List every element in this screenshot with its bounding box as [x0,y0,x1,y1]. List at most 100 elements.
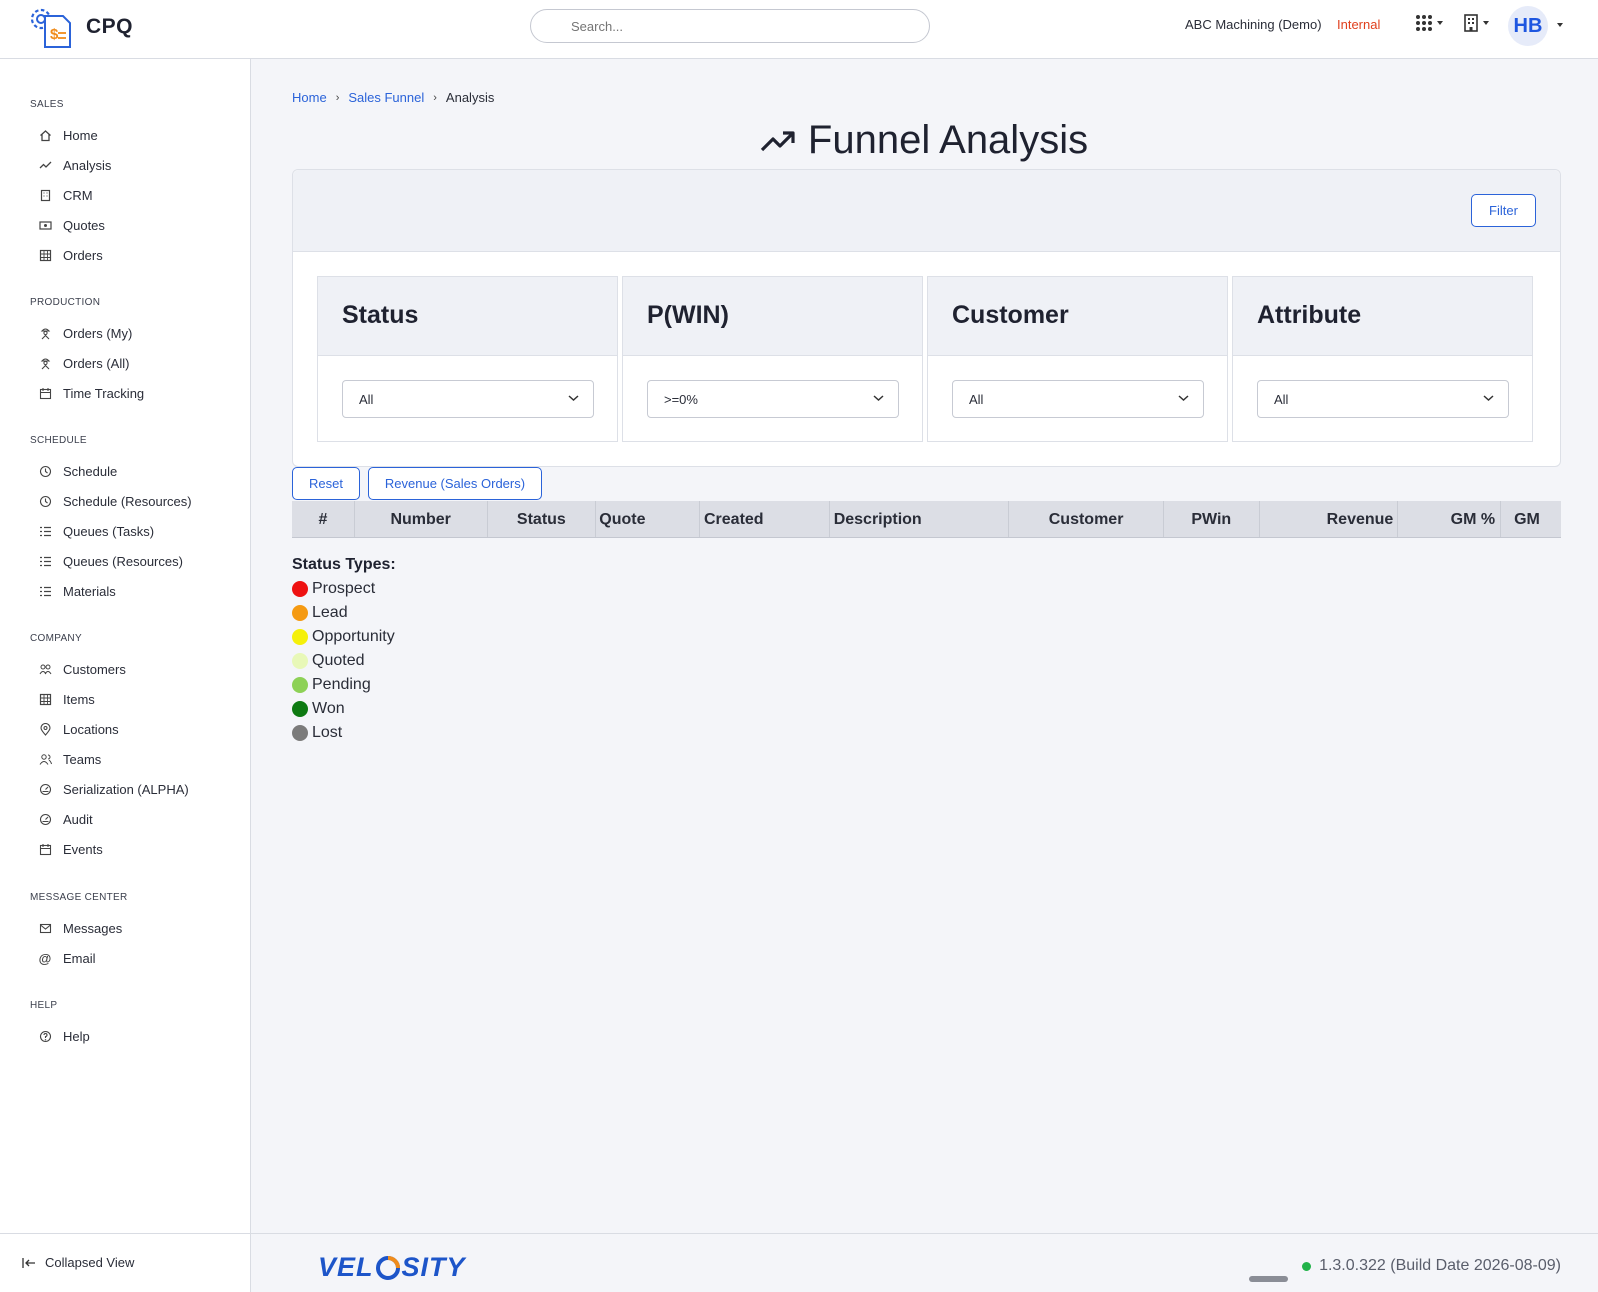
table-icon [38,248,52,262]
velocity-swirl-icon [375,1255,400,1280]
column-header-gm-percent[interactable]: GM % [1398,501,1502,537]
column-header-description[interactable]: Description [830,501,1010,537]
sidebar-item-label: Items [63,691,95,707]
worker-icon [38,326,52,340]
breadcrumb-home[interactable]: Home [292,90,327,105]
column-header-gm[interactable]: GM [1501,501,1561,537]
sidebar-item-label: Serialization (ALPHA) [63,781,189,797]
column-header-number[interactable]: Number [355,501,488,537]
page-title-text: Funnel Analysis [807,118,1089,162]
sidebar-item-quotes[interactable]: Quotes [38,215,105,235]
column-header-index[interactable]: # [292,501,355,537]
filter-pwin: P(WIN) >=0% [622,276,923,442]
legend-label: Quoted [312,652,365,669]
collapse-left-icon [22,1257,35,1268]
reset-button[interactable]: Reset [292,467,360,500]
sidebar-item-items[interactable]: Items [38,689,95,709]
status-dot [292,605,308,621]
chevron-down-icon[interactable] [1557,23,1563,27]
sidebar-item-teams[interactable]: Teams [38,749,101,769]
building-icon [1464,14,1478,32]
filter-label: Customer [928,277,1227,356]
column-header-quote[interactable]: Quote [596,501,700,537]
sidebar-item-crm[interactable]: CRM [38,185,93,205]
sidebar-item-help[interactable]: Help [38,1026,90,1046]
breadcrumb-sales-funnel[interactable]: Sales Funnel [348,90,424,105]
building-icon [38,188,52,202]
filter-button[interactable]: Filter [1471,194,1536,227]
sidebar-item-customers[interactable]: Customers [38,659,126,679]
sidebar-item-label: Orders (All) [63,355,130,371]
sidebar-item-queues-tasks[interactable]: Queues (Tasks) [38,521,154,541]
svg-text:$: $ [50,26,59,43]
legend-item-prospect: Prospect [292,580,375,598]
sidebar-item-serialization[interactable]: Serialization (ALPHA) [38,779,189,799]
section-title-message-center: MESSAGE CENTER [30,892,128,903]
grid-icon [1416,15,1432,31]
collapsed-view-label: Collapsed View [45,1255,135,1270]
sidebar-item-label: Orders (My) [63,325,133,341]
cpq-logo-icon: $ [28,6,74,48]
sidebar-item-events[interactable]: Events [38,839,103,859]
sidebar-item-label: Time Tracking [63,385,145,401]
revenue-sales-orders-button[interactable]: Revenue (Sales Orders) [368,467,542,500]
sidebar-item-schedule-resources[interactable]: Schedule (Resources) [38,491,192,511]
legend-item-won: Won [292,700,345,718]
page-title: Funnel Analysis [0,118,1598,163]
environment-label: Internal [1337,17,1381,32]
avatar[interactable]: HB [1508,6,1548,46]
sidebar-item-email[interactable]: @ Email [38,948,96,968]
column-header-pwin[interactable]: PWin [1164,501,1260,537]
chevron-down-icon [1437,21,1443,25]
legend-label: Lost [312,724,343,741]
legend-label: Opportunity [312,628,395,645]
chevron-down-icon [1483,21,1489,25]
column-header-status[interactable]: Status [488,501,597,537]
collapsed-view-toggle[interactable]: Collapsed View [22,1255,134,1270]
section-title-sales: SALES [30,99,64,110]
sidebar-item-time-tracking[interactable]: Time Tracking [38,383,144,403]
footer-divider [251,1233,1598,1234]
sidebar-item-label: Events [63,841,103,857]
legend-label: Lead [312,604,348,621]
sidebar-item-orders[interactable]: Orders [38,245,103,265]
list-icon [38,524,52,538]
sidebar-item-audit[interactable]: Audit [38,809,93,829]
sidebar-item-label: Orders [63,247,103,263]
pwin-select[interactable]: >=0% [647,380,899,418]
sidebar-item-orders-my[interactable]: Orders (My) [38,323,132,343]
attribute-select[interactable]: All [1257,380,1509,418]
column-header-created[interactable]: Created [700,501,830,537]
envelope-icon [38,921,52,935]
apps-menu[interactable] [1415,14,1443,32]
status-dot [292,629,308,645]
sidebar-item-messages[interactable]: Messages [38,918,122,938]
sidebar-item-queues-resources[interactable]: Queues (Resources) [38,551,183,571]
chevron-right-icon: › [433,91,437,104]
search-input[interactable] [531,10,929,42]
table-icon [38,692,52,706]
column-header-revenue[interactable]: Revenue [1260,501,1399,537]
customer-select[interactable]: All [952,380,1204,418]
status-select[interactable]: All [342,380,594,418]
search-box[interactable] [530,9,930,43]
column-header-customer[interactable]: Customer [1009,501,1164,537]
filter-attribute: Attribute All [1232,276,1533,442]
scroll-handle[interactable] [1249,1276,1288,1282]
sidebar-item-orders-all[interactable]: Orders (All) [38,353,129,373]
legend-item-lost: Lost [292,724,342,742]
company-switcher[interactable] [1463,14,1489,32]
sidebar-divider [0,1233,251,1234]
filter-customer: Customer All [927,276,1228,442]
sidebar-item-label: CRM [63,187,93,203]
section-title-schedule: SCHEDULE [30,435,87,446]
legend-item-lead: Lead [292,604,348,622]
sidebar-item-materials[interactable]: Materials [38,581,116,601]
brand[interactable]: $ CPQ [28,6,133,48]
logo-text-right: SITY [401,1252,466,1282]
company-name[interactable]: ABC Machining (Demo) [1185,17,1322,32]
sidebar-item-schedule[interactable]: Schedule [38,461,117,481]
sidebar-item-locations[interactable]: Locations [38,719,119,739]
sidebar-item-label: Customers [63,661,126,677]
legend-item-pending: Pending [292,676,371,694]
